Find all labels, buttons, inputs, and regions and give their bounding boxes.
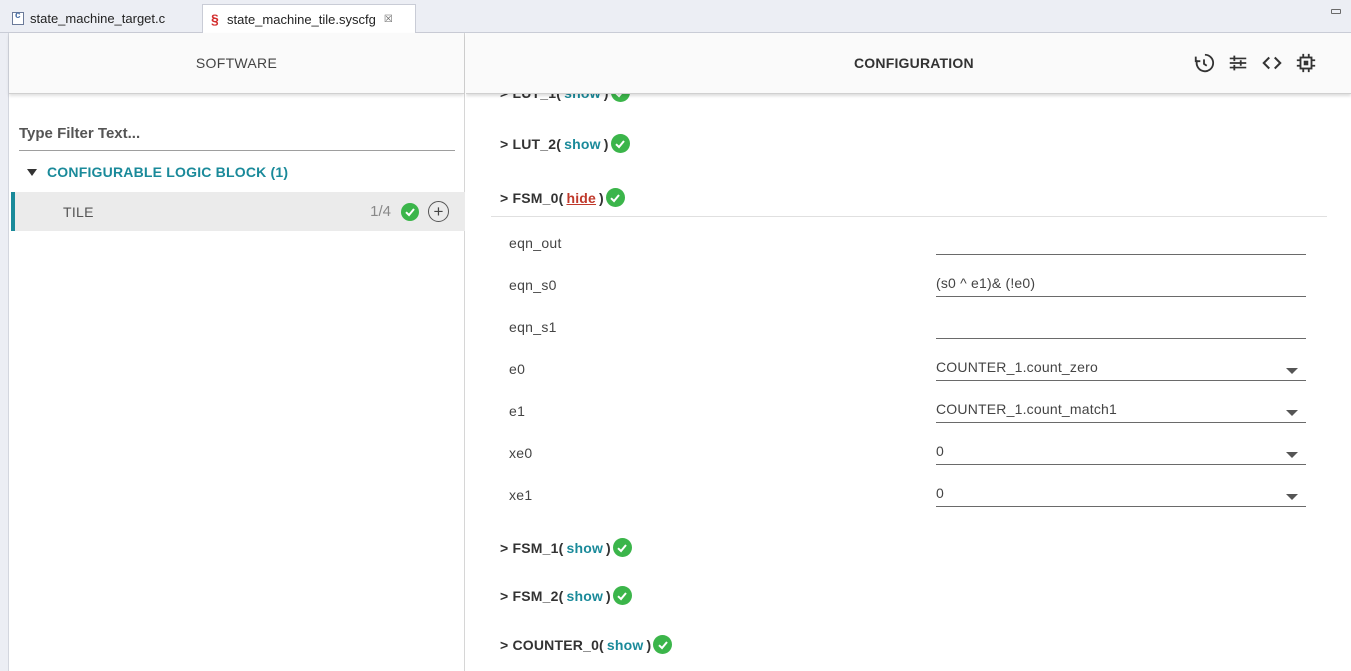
configuration-title: CONFIGURATION xyxy=(854,55,974,71)
close-icon[interactable]: ☒ xyxy=(384,14,393,25)
tab-state-machine-target[interactable]: state_machine_target.c xyxy=(6,4,198,32)
param-label-eqn-s0: eqn_s0 xyxy=(509,277,557,293)
left-frame-border xyxy=(0,33,9,671)
param-label-xe1: xe1 xyxy=(509,487,533,503)
eqn-s1-field[interactable] xyxy=(936,309,1306,339)
code-view-icon[interactable] xyxy=(1260,51,1284,75)
dropdown-arrow-icon[interactable] xyxy=(1286,410,1298,416)
toggle-link[interactable]: hide xyxy=(566,190,596,206)
check-circle-icon xyxy=(612,538,632,557)
dropdown-arrow-icon[interactable] xyxy=(1286,368,1298,374)
category-configurable-logic-block[interactable]: CONFIGURABLE LOGIC BLOCK (1) xyxy=(27,164,288,180)
e0-select[interactable]: COUNTER_1.count_zero xyxy=(936,351,1306,381)
param-label-eqn-s1: eqn_s1 xyxy=(509,319,557,335)
editor-tab-bar: state_machine_target.c § state_machine_t… xyxy=(0,0,1351,33)
tile-count: 1/4 xyxy=(370,203,391,220)
filter-row xyxy=(19,119,455,151)
param-label-eqn-out: eqn_out xyxy=(509,235,562,251)
tab-state-machine-tile[interactable]: § state_machine_tile.syscfg ☒ xyxy=(202,4,416,33)
check-circle-icon xyxy=(653,635,673,654)
module-row-fsm-2: > FSM_2( show ) xyxy=(500,586,632,605)
param-label-e1: e1 xyxy=(509,403,526,419)
toggle-link[interactable]: show xyxy=(607,637,644,653)
syscfg-file-icon: § xyxy=(211,10,219,27)
section-divider xyxy=(491,216,1327,217)
eqn-out-field[interactable] xyxy=(936,225,1306,255)
caret-down-icon[interactable] xyxy=(27,168,37,176)
toggle-link[interactable]: show xyxy=(566,588,603,604)
param-label-e0: e0 xyxy=(509,361,526,377)
history-icon[interactable] xyxy=(1192,51,1216,75)
software-header: SOFTWARE xyxy=(9,33,464,94)
software-panel: SOFTWARE CONFIGURABLE LOGIC BLOCK (1) TI… xyxy=(9,33,465,671)
module-row-lut-2: > LUT_2( show ) xyxy=(500,134,630,153)
eqn-s0-field[interactable]: (s0 ^ e1)& (!e0) xyxy=(936,267,1306,297)
toggle-link[interactable]: show xyxy=(564,136,601,152)
check-circle-icon xyxy=(401,202,419,221)
toggle-link[interactable]: show xyxy=(566,540,603,556)
module-row-counter-0: > COUNTER_0( show ) xyxy=(500,635,673,654)
c-file-icon xyxy=(12,10,24,25)
module-row-fsm-0: > FSM_0( hide ) xyxy=(500,188,625,207)
tab-label: state_machine_target.c xyxy=(30,10,166,26)
xe1-select[interactable]: 0 xyxy=(936,477,1306,507)
filter-settings-icon[interactable] xyxy=(1226,51,1250,75)
check-circle-icon xyxy=(605,188,625,207)
tab-label: state_machine_tile.syscfg xyxy=(227,11,376,27)
e1-select[interactable]: COUNTER_1.count_match1 xyxy=(936,393,1306,423)
xe0-select[interactable]: 0 xyxy=(936,435,1306,465)
dropdown-arrow-icon[interactable] xyxy=(1286,494,1298,500)
check-circle-icon xyxy=(610,134,630,153)
tile-label: TILE xyxy=(63,203,94,220)
param-label-xe0: xe0 xyxy=(509,445,533,461)
configuration-panel: CONFIGURATION > LUT_1( show ) > LUT_2( s… xyxy=(466,33,1351,671)
minimize-icon[interactable] xyxy=(1331,9,1341,14)
tile-item[interactable]: TILE 1/4 + xyxy=(11,192,465,231)
dropdown-arrow-icon[interactable] xyxy=(1286,452,1298,458)
category-label: CONFIGURABLE LOGIC BLOCK (1) xyxy=(47,164,289,180)
configuration-header: CONFIGURATION xyxy=(466,33,1351,94)
module-row-fsm-1: > FSM_1( show ) xyxy=(500,538,632,557)
check-circle-icon xyxy=(612,586,632,605)
chip-icon[interactable] xyxy=(1294,51,1318,75)
add-tile-icon[interactable]: + xyxy=(428,201,449,222)
filter-input[interactable] xyxy=(19,119,455,147)
